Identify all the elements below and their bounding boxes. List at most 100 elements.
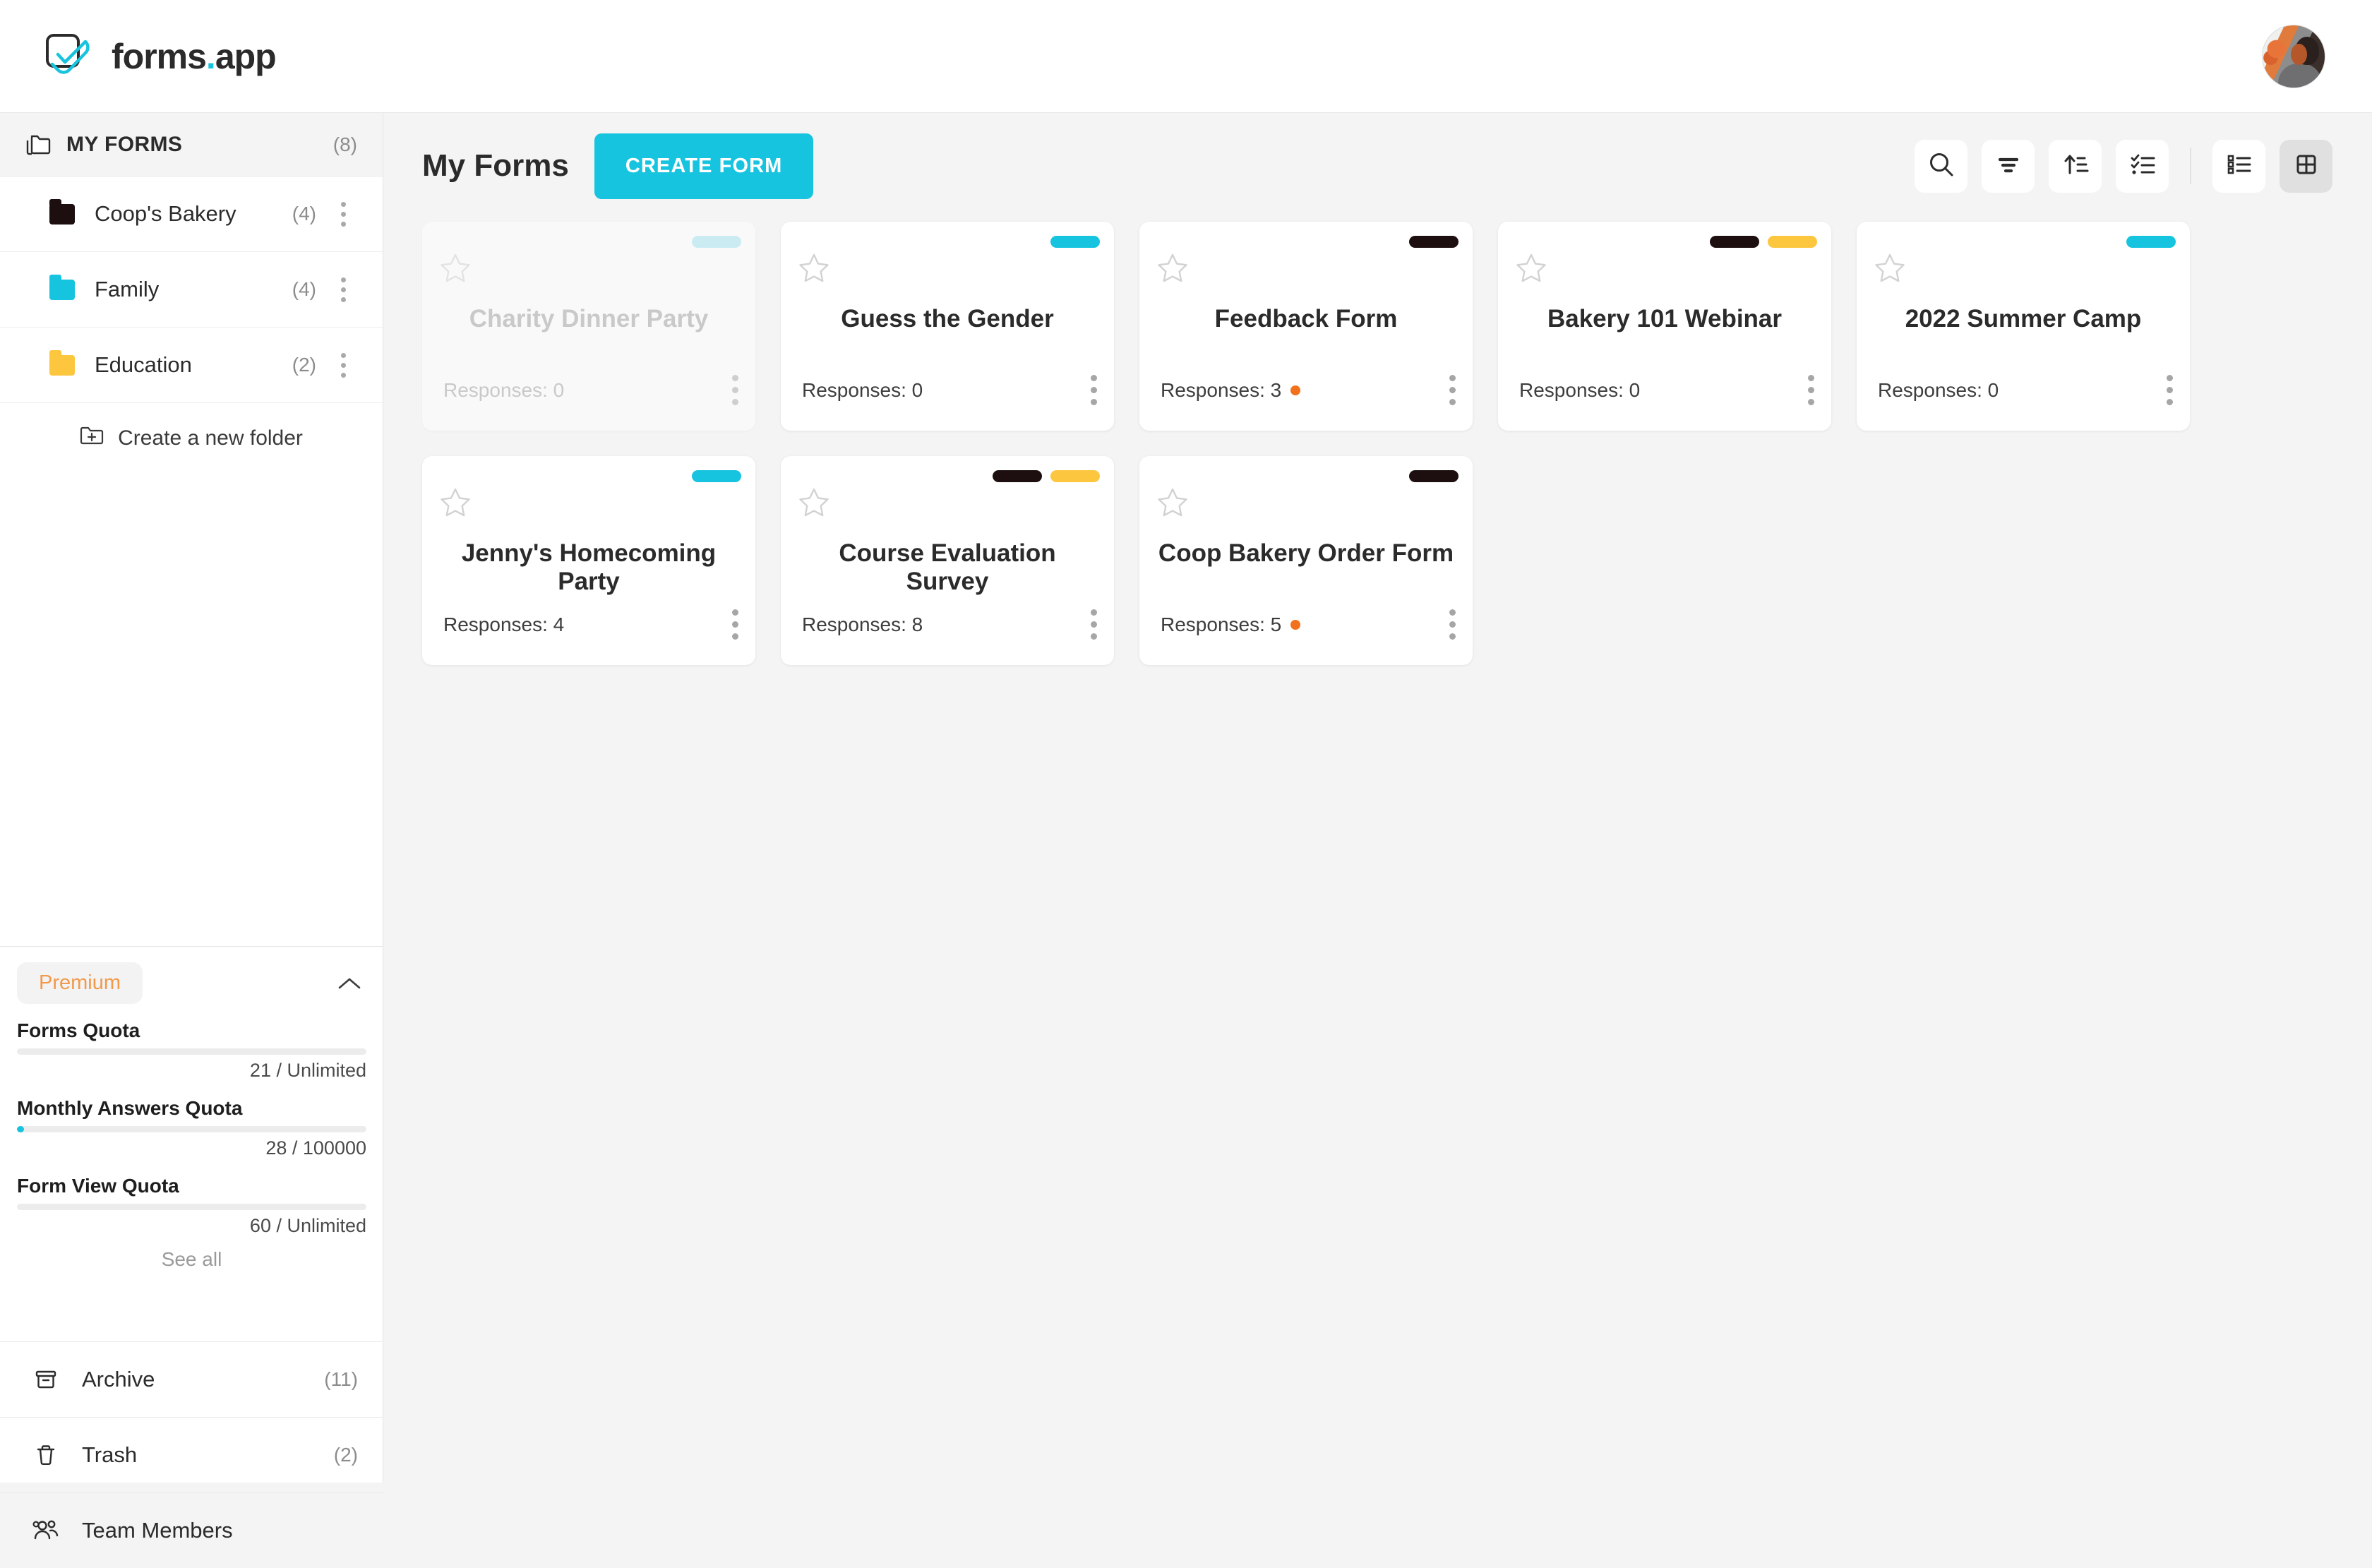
folder-count: (2): [292, 354, 316, 376]
sidebar-folder-coop-s-bakery[interactable]: Coop's Bakery (4): [0, 176, 383, 252]
form-card[interactable]: Coop Bakery Order Form Responses: 5: [1139, 456, 1473, 665]
folder-icon: [49, 274, 75, 300]
favorite-star-icon[interactable]: [439, 251, 472, 287]
form-title: Feedback Form: [1214, 305, 1398, 333]
form-tag-list: [2126, 236, 2176, 248]
sidebar-item-label: Archive: [82, 1367, 155, 1392]
sidebar-my-forms-header[interactable]: MY FORMS (8): [0, 113, 383, 176]
sidebar: MY FORMS (8) Coop's Bakery (4) Family (4) Ed…: [0, 113, 383, 1543]
create-new-folder-label: Create a new folder: [118, 426, 303, 450]
form-card[interactable]: Charity Dinner Party Responses: 0: [422, 222, 755, 431]
forms-app-logo-icon: [41, 29, 96, 84]
form-card[interactable]: Guess the Gender Responses: 0: [781, 222, 1114, 431]
trash-icon: [25, 1441, 66, 1469]
favorite-star-icon[interactable]: [798, 251, 830, 287]
form-options-button[interactable]: [1091, 609, 1097, 640]
list-view-button[interactable]: [2212, 139, 2265, 193]
form-options-button[interactable]: [2167, 375, 2173, 405]
folder-options-button[interactable]: [329, 352, 357, 378]
form-options-button[interactable]: [732, 375, 738, 405]
avatar-face: [2291, 43, 2307, 65]
favorite-star-icon[interactable]: [1874, 251, 1906, 287]
quota-progress-fill: [17, 1126, 24, 1132]
folder-list: Coop's Bakery (4) Family (4) Education (2): [0, 176, 383, 403]
form-card-footer: Responses: 8: [802, 609, 1097, 640]
forms-grid: Charity Dinner Party Responses: 0 Guess th…: [383, 219, 2372, 665]
chevron-up-icon[interactable]: [333, 966, 366, 1000]
form-title: Coop Bakery Order Form: [1158, 539, 1454, 567]
sidebar-item-count: (11): [324, 1368, 358, 1390]
premium-badge[interactable]: Premium: [17, 962, 143, 1004]
folder-count: (4): [292, 203, 316, 225]
folder-options-button[interactable]: [329, 201, 357, 227]
app-logo[interactable]: forms.app: [41, 29, 277, 84]
favorite-star-icon[interactable]: [798, 486, 830, 522]
form-options-button[interactable]: [1449, 609, 1456, 640]
grid-view-icon: [2292, 150, 2321, 183]
form-tag: [692, 470, 741, 482]
quota-item: Form View Quota 60 / Unlimited: [17, 1175, 366, 1237]
form-tag: [1409, 470, 1458, 482]
premium-quota-panel: Premium Forms Quota 21 / Unlimited Monthly…: [0, 946, 383, 1271]
form-card-footer: Responses: 0: [802, 375, 1097, 405]
form-card-footer: Responses: 0: [1878, 375, 2173, 405]
form-card[interactable]: Feedback Form Responses: 3: [1139, 222, 1473, 431]
folder-options-button[interactable]: [329, 277, 357, 302]
form-card[interactable]: Jenny's Homecoming Party Responses: 4: [422, 456, 755, 665]
sort-ascending-button[interactable]: [2049, 139, 2102, 193]
create-form-button[interactable]: CREATE FORM: [594, 133, 814, 199]
favorite-star-icon[interactable]: [1156, 486, 1189, 522]
favorite-star-icon[interactable]: [1156, 251, 1189, 287]
form-card-footer: Responses: 0: [443, 375, 738, 405]
sidebar-folder-education[interactable]: Education (2): [0, 328, 383, 403]
form-tag: [1050, 470, 1100, 482]
create-new-folder-button[interactable]: Create a new folder: [0, 403, 383, 474]
sidebar-item-trash[interactable]: Trash (2): [0, 1417, 383, 1492]
form-options-button[interactable]: [732, 609, 738, 640]
form-tag: [1050, 236, 1100, 248]
premium-header: Premium: [17, 962, 366, 1004]
folder-name: Family: [95, 277, 160, 301]
form-tag: [1409, 236, 1458, 248]
favorite-star-icon[interactable]: [1515, 251, 1547, 287]
form-tag-list: [1409, 470, 1458, 482]
sidebar-item-label: Team Members: [82, 1518, 233, 1543]
form-card[interactable]: 2022 Summer Camp Responses: 0: [1857, 222, 2190, 431]
app-name: forms.app: [112, 36, 277, 76]
quota-list: Forms Quota 21 / Unlimited Monthly Answers…: [17, 1019, 366, 1237]
form-card[interactable]: Course Evaluation Survey Responses: 8: [781, 456, 1114, 665]
form-responses-count: Responses: 4: [443, 613, 565, 635]
sidebar-item-team-members[interactable]: Team Members: [0, 1492, 383, 1568]
form-options-button[interactable]: [1449, 375, 1456, 405]
user-avatar[interactable]: [2262, 24, 2325, 88]
filter-button[interactable]: [1982, 139, 2035, 193]
checklist-button[interactable]: [2116, 139, 2169, 193]
my-forms-count: (8): [333, 133, 357, 155]
checklist-icon: [2128, 150, 2157, 183]
quota-value: 60 / Unlimited: [249, 1215, 366, 1236]
form-options-button[interactable]: [1091, 375, 1097, 405]
my-forms-label: MY FORMS: [66, 132, 183, 156]
form-card-footer: Responses: 3: [1161, 375, 1456, 405]
form-tag-list: [1409, 236, 1458, 248]
sidebar-item-archive[interactable]: Archive (11): [0, 1341, 383, 1417]
grid-view-button[interactable]: [2280, 139, 2332, 193]
form-title: Course Evaluation Survey: [839, 539, 1056, 595]
view-toolbar: [1915, 139, 2332, 193]
sidebar-folder-family[interactable]: Family (4): [0, 252, 383, 328]
quota-value: 28 / 100000: [265, 1137, 366, 1159]
form-tag-list: [1050, 236, 1100, 248]
search-button[interactable]: [1915, 139, 1967, 193]
form-options-button[interactable]: [1808, 375, 1814, 405]
form-card-footer: Responses: 0: [1519, 375, 1814, 405]
sidebar-item-label: Trash: [82, 1442, 138, 1467]
sort-ascending-icon: [2061, 150, 2090, 183]
form-card-footer: Responses: 5: [1161, 609, 1456, 640]
form-card[interactable]: Bakery 101 Webinar Responses: 0: [1498, 222, 1831, 431]
sidebar-item-count: (2): [333, 1444, 358, 1466]
quota-item: Monthly Answers Quota 28 / 100000: [17, 1097, 366, 1159]
see-all-quotas-link[interactable]: See all: [17, 1248, 366, 1271]
favorite-star-icon[interactable]: [439, 486, 472, 522]
quota-progress-track: [17, 1204, 366, 1210]
form-responses-count: Responses: 0: [802, 378, 923, 401]
